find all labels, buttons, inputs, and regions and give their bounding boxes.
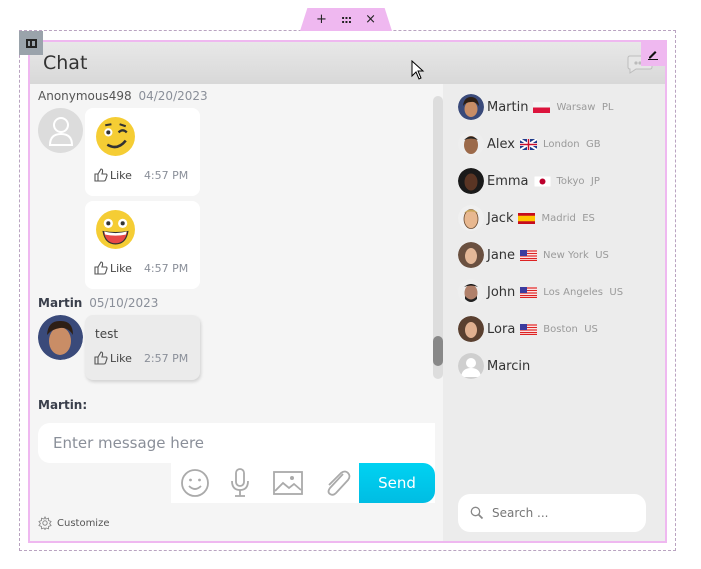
- flag-jp-icon: [533, 175, 551, 187]
- avatar: [458, 94, 484, 120]
- thumbs-up-icon: [94, 261, 108, 275]
- message-time: 4:57 PM: [143, 261, 189, 275]
- message-time: 4:57 PM: [143, 168, 189, 182]
- search-input[interactable]: [492, 506, 632, 520]
- message-list[interactable]: Anonymous498 04/20/2023 Like 4:57 PM Lik…: [30, 84, 443, 394]
- drag-handle-icon[interactable]: :::: [341, 14, 352, 25]
- like-button[interactable]: Like 4:57 PM: [94, 261, 188, 275]
- avatar: [458, 131, 484, 157]
- message-bubble: test Like 2:57 PM: [85, 315, 200, 380]
- message-scrollbar[interactable]: [433, 96, 443, 379]
- message-header: Anonymous498 04/20/2023: [38, 89, 208, 103]
- flag-pl-icon: [533, 101, 551, 113]
- chat-widget: Chat Anonymous498 04/20/2023 Like 4:57 P…: [28, 40, 667, 543]
- thumbs-up-icon: [94, 351, 108, 365]
- user-list-item[interactable]: John Los Angeles US: [458, 279, 623, 305]
- message-date: 05/10/2023: [89, 296, 159, 310]
- user-list-item[interactable]: Martin Warsaw PL: [458, 94, 613, 120]
- widget-toolbar: + ::: ×: [300, 8, 392, 31]
- user-list-item[interactable]: Alex London GB: [458, 131, 601, 157]
- user-search: [458, 494, 646, 532]
- image-icon[interactable]: [272, 468, 304, 498]
- paperclip-icon[interactable]: [321, 468, 353, 498]
- user-list-item[interactable]: Lora Boston US: [458, 316, 598, 342]
- message-date: 04/20/2023: [138, 89, 208, 103]
- gear-icon: [38, 516, 52, 530]
- chat-header: Chat: [30, 42, 665, 84]
- message-bubble: Like 4:57 PM: [85, 201, 200, 289]
- customize-button[interactable]: Customize: [38, 516, 110, 530]
- avatar: [38, 108, 83, 153]
- mouse-cursor-icon: [411, 60, 425, 80]
- user-placeholder-icon: [48, 116, 73, 146]
- message-text: test: [95, 327, 119, 341]
- message-input[interactable]: [38, 423, 435, 463]
- edit-button[interactable]: [641, 42, 665, 66]
- thumbs-up-icon: [94, 168, 108, 182]
- user-list-panel: Martin Warsaw PL Alex London GB Emma Tok…: [443, 84, 665, 541]
- avatar: [458, 205, 484, 231]
- scrollbar-thumb[interactable]: [433, 336, 443, 366]
- author-name: Martin: [38, 296, 83, 310]
- columns-icon: [25, 38, 37, 48]
- user-list-item[interactable]: Jack Madrid ES: [458, 205, 595, 231]
- chat-title: Chat: [43, 52, 88, 74]
- add-icon[interactable]: +: [316, 13, 327, 26]
- message-time: 2:57 PM: [143, 351, 189, 365]
- grinning-face-icon: [96, 210, 135, 249]
- user-list-item[interactable]: Emma Tokyo JP: [458, 168, 600, 194]
- customize-label: Customize: [57, 517, 110, 529]
- flag-us-icon: [520, 249, 538, 261]
- search-icon: [470, 506, 484, 520]
- layout-toggle-button[interactable]: [19, 31, 43, 55]
- flag-es-icon: [518, 212, 536, 224]
- user-list-item[interactable]: Jane New York US: [458, 242, 609, 268]
- avatar: [458, 316, 484, 342]
- avatar: [458, 168, 484, 194]
- avatar-martin: [38, 315, 83, 360]
- avatar: [458, 242, 484, 268]
- avatar: [458, 353, 484, 379]
- close-icon[interactable]: ×: [365, 13, 376, 26]
- pencil-icon: [648, 51, 658, 60]
- like-button[interactable]: Like 2:57 PM: [94, 351, 188, 365]
- send-button[interactable]: Send: [359, 463, 435, 503]
- message-bubble: Like 4:57 PM: [85, 108, 200, 196]
- winking-face-icon: [96, 117, 135, 156]
- like-button[interactable]: Like 4:57 PM: [94, 168, 188, 182]
- flag-gb-icon: [519, 138, 537, 150]
- author-name: Anonymous498: [38, 89, 132, 103]
- composer-label: Martin:: [38, 398, 88, 412]
- user-list-item[interactable]: Marcin: [458, 353, 535, 379]
- microphone-icon[interactable]: [224, 468, 256, 498]
- avatar: [458, 279, 484, 305]
- message-header: Martin 05/10/2023: [38, 296, 158, 310]
- flag-us-icon: [520, 286, 538, 298]
- flag-us-icon: [520, 323, 538, 335]
- emoji-icon[interactable]: [179, 468, 211, 498]
